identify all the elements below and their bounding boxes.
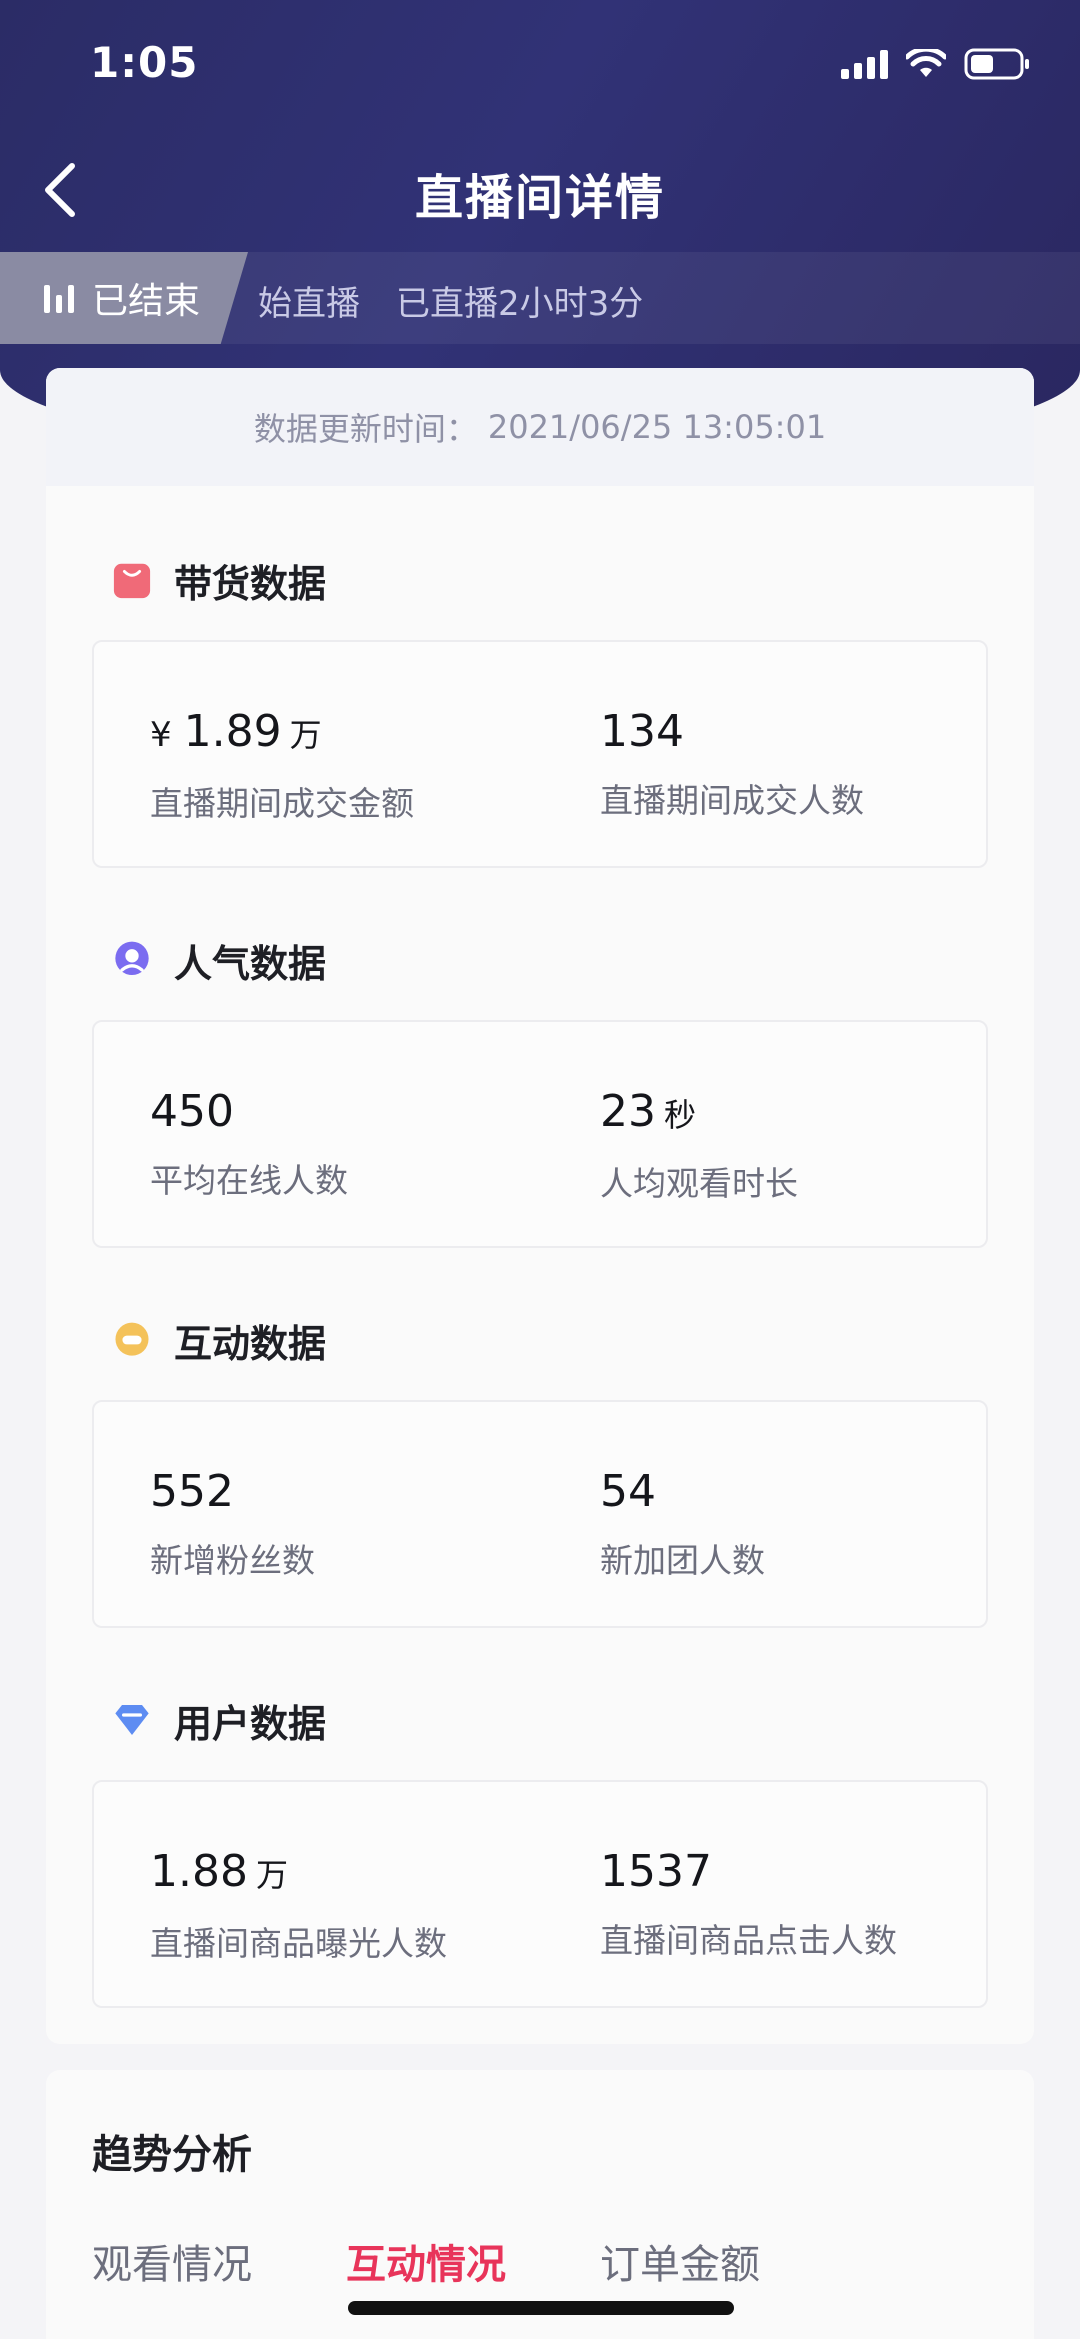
stat-label: 直播期间成交金额 [150, 784, 414, 823]
stat-item[interactable]: 1537 直播间商品点击人数 [600, 1846, 897, 1962]
live-duration-text: 已直播2小时3分 [396, 284, 644, 324]
section-title: 带货数据 [174, 561, 327, 606]
status-bar: 1:05 [0, 0, 1080, 130]
section-title: 互动数据 [174, 1321, 327, 1366]
trend-title: 趋势分析 [92, 2132, 252, 2178]
stat-number: 552 [150, 1466, 234, 1517]
interaction-data-section: 互动数据 552 新增粉丝数 54 新加团人数 [92, 1280, 988, 1628]
stat-unit: 万 [255, 1856, 288, 1894]
home-indicator[interactable] [348, 2301, 734, 2315]
stat-number: 450 [150, 1086, 234, 1137]
stat-unit: 万 [289, 716, 322, 754]
wifi-icon [906, 49, 946, 77]
section-header: 互动数据 [92, 1280, 988, 1400]
stat-value: 1.88 万 [150, 1846, 447, 1901]
diamond-icon [112, 1700, 152, 1740]
stats-box: 1.88 万 直播间商品曝光人数 1537 直播间商品点击人数 [92, 1780, 988, 2008]
stat-item[interactable]: 1.88 万 直播间商品曝光人数 [150, 1846, 447, 1965]
section-header: 人气数据 [92, 900, 988, 1020]
section-title: 用户数据 [174, 1701, 327, 1746]
stat-value: 552 [150, 1466, 315, 1518]
tab-interaction[interactable]: 互动情况 [346, 2232, 506, 2290]
stat-label: 人均观看时长 [600, 1164, 798, 1203]
section-header: 带货数据 [92, 520, 988, 640]
cellular-signal-icon [841, 49, 888, 79]
live-room-detail-page: 1:05 直播间详情 已结束 始直播 已直播2小时3分 数据更新时间： 2021… [0, 0, 1080, 2339]
stat-number: 1537 [600, 1846, 712, 1897]
stat-number: 23 [600, 1086, 656, 1137]
popularity-data-section: 人气数据 450 平均在线人数 23 秒 人均观看时长 [92, 900, 988, 1248]
nav-bar: 直播间详情 [0, 130, 1080, 250]
currency-symbol: ¥ [150, 715, 172, 755]
stat-item[interactable]: ¥1.89 万 直播期间成交金额 [150, 706, 414, 825]
live-status-strip: 已结束 始直播 已直播2小时3分 [0, 252, 1080, 344]
chat-bubble-icon [112, 1320, 152, 1360]
stat-unit: 秒 [664, 1096, 697, 1134]
stat-number: 1.88 [150, 1846, 248, 1897]
tab-viewing[interactable]: 观看情况 [92, 2232, 252, 2290]
page-title: 直播间详情 [414, 170, 665, 226]
update-time-value: 2021/06/25 13:05:01 [487, 408, 827, 446]
tab-order-amount[interactable]: 订单金额 [600, 2232, 760, 2290]
update-time-row: 数据更新时间： 2021/06/25 13:05:01 [46, 368, 1034, 486]
stat-value: ¥1.89 万 [150, 706, 414, 761]
section-header: 用户数据 [92, 1660, 988, 1780]
ended-badge-label: 已结束 [92, 281, 201, 322]
sales-data-section: 带货数据 ¥1.89 万 直播期间成交金额 134 直播期间成交人数 [92, 520, 988, 868]
stat-label: 新增粉丝数 [150, 1541, 315, 1580]
stat-label: 平均在线人数 [150, 1161, 348, 1200]
shopping-bag-icon [112, 560, 152, 600]
section-title: 人气数据 [174, 941, 327, 986]
stat-label: 直播间商品曝光人数 [150, 1924, 447, 1963]
stat-item[interactable]: 450 平均在线人数 [150, 1086, 348, 1202]
stat-item[interactable]: 23 秒 人均观看时长 [600, 1086, 798, 1205]
status-time: 1:05 [90, 38, 199, 87]
stat-item[interactable]: 54 新加团人数 [600, 1466, 765, 1582]
data-card: 数据更新时间： 2021/06/25 13:05:01 带货数据 ¥1.89万 [46, 368, 1034, 2044]
stat-value: 1537 [600, 1846, 897, 1898]
stat-value: 134 [600, 706, 864, 758]
people-icon [112, 940, 152, 980]
stat-value: 23 秒 [600, 1086, 798, 1141]
battery-icon [964, 48, 1029, 80]
ended-badge: 已结束 [0, 252, 248, 344]
stats-box: ¥1.89 万 直播期间成交金额 134 直播期间成交人数 [92, 640, 988, 868]
stats-box: 450 平均在线人数 23 秒 人均观看时长 [92, 1020, 988, 1248]
stat-value: 450 [150, 1086, 348, 1138]
stat-number: 1.89 [183, 706, 282, 757]
trend-analysis-card: 趋势分析 观看情况 互动情况 订单金额 [46, 2070, 1034, 2339]
update-time-label: 数据更新时间： [253, 410, 478, 448]
user-data-section: 用户数据 1.88 万 直播间商品曝光人数 1537 直播间商品点击人数 [92, 1660, 988, 2008]
live-start-text: 始直播 [258, 284, 360, 324]
stat-label: 直播期间成交人数 [600, 781, 864, 820]
stat-number: 54 [600, 1466, 656, 1517]
live-bars-icon [44, 283, 74, 313]
stat-number: 134 [600, 706, 684, 757]
stats-box: 552 新增粉丝数 54 新加团人数 [92, 1400, 988, 1628]
stat-item[interactable]: 552 新增粉丝数 [150, 1466, 315, 1582]
stat-item[interactable]: 134 直播期间成交人数 [600, 706, 864, 822]
status-icons [841, 48, 1030, 80]
stat-label: 直播间商品点击人数 [600, 1921, 897, 1960]
stat-value: 54 [600, 1466, 765, 1518]
stat-label: 新加团人数 [600, 1541, 765, 1580]
